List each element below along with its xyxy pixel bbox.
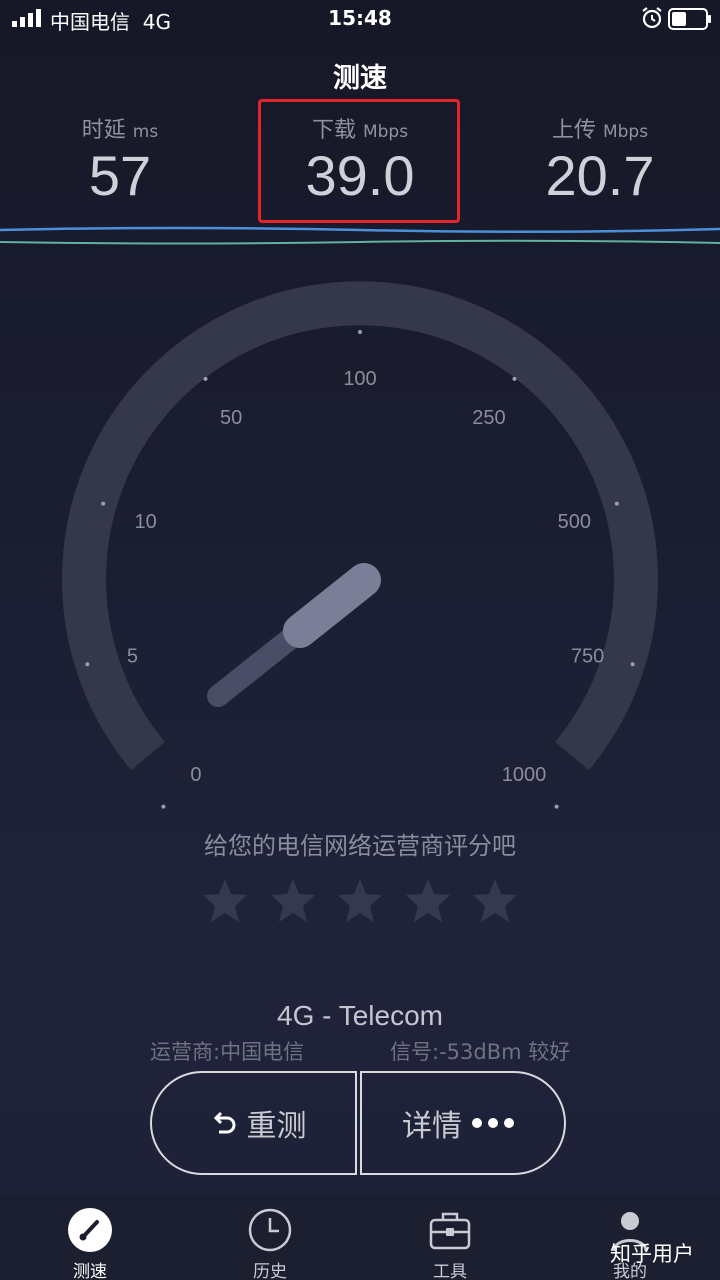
download-highlight-box: [258, 99, 460, 223]
gauge-tick-dot: [630, 662, 635, 667]
tab-history[interactable]: 历史: [210, 1195, 330, 1280]
status-time: 15:48: [328, 6, 392, 30]
upload-label: 上传 Mbps: [551, 118, 649, 143]
gauge-tick-label: 10: [135, 511, 157, 533]
rating-stars: [200, 876, 520, 928]
retest-icon: [213, 1111, 235, 1134]
operator-info: 运营商:中国电信: [150, 1040, 305, 1064]
speed-wave-lines: [0, 226, 720, 245]
retest-button[interactable]: 重测: [150, 1071, 357, 1175]
details-label: 详情: [402, 1109, 462, 1144]
star-icon[interactable]: [200, 876, 250, 926]
gauge-tick-label: 500: [558, 511, 591, 533]
speedometer-icon: [68, 1208, 112, 1252]
star-icon[interactable]: [403, 876, 453, 926]
network-type: 4G - Telecom: [277, 1000, 443, 1031]
star-icon[interactable]: [335, 876, 385, 926]
gauge-tick-label: 5: [127, 645, 138, 667]
more-dots-icon: [472, 1118, 514, 1128]
gauge-needle: [207, 563, 381, 707]
latency-metric: 时延 ms 57: [0, 112, 240, 206]
gauge-tick-label: 1000: [502, 764, 547, 786]
star-icon[interactable]: [268, 876, 318, 926]
latency-value: 57: [88, 144, 152, 207]
speed-gauge: 0 5 10 50 100 250 500 750 1000: [62, 281, 658, 809]
gauge-tick-dot: [161, 804, 166, 809]
battery-icon: [668, 8, 711, 30]
tab-speed-test[interactable]: 测速: [30, 1195, 150, 1280]
gauge-tick-dot: [554, 804, 559, 809]
tab-tools[interactable]: 工具: [390, 1195, 510, 1280]
gauge-tick-dot: [203, 376, 208, 381]
upload-value: 20.7: [545, 144, 655, 207]
gauge-tick-dot: [512, 376, 517, 381]
gauge-tick-dot: [85, 662, 90, 667]
details-button[interactable]: 详情: [360, 1071, 566, 1175]
page-title: 测速: [333, 63, 387, 94]
rating-prompt: 给您的电信网络运营商评分吧: [204, 832, 516, 860]
gauge-tick-label: 250: [472, 407, 505, 429]
latency-label: 时延 ms: [81, 118, 159, 143]
gauge-tick-label: 100: [343, 368, 376, 390]
star-icon[interactable]: [470, 876, 520, 926]
status-bar: 中国电信 4G 15:48: [0, 0, 720, 40]
retest-label: 重测: [246, 1109, 307, 1144]
signal-info: 信号:-53dBm 较好: [390, 1040, 571, 1064]
toolbox-icon: [429, 1212, 471, 1250]
gauge-tick-label: 750: [571, 645, 604, 667]
gauge-tick-label: 50: [220, 407, 242, 429]
watermark-text: 知乎用户: [610, 1242, 694, 1266]
gauge-tick-dot: [101, 501, 106, 506]
clock-icon: [248, 1208, 292, 1252]
alarm-icon: [642, 7, 662, 29]
gauge-tick-label: 0: [190, 764, 201, 786]
upload-metric: 上传 Mbps 20.7: [480, 112, 720, 206]
gauge-tick-dot: [358, 330, 362, 334]
gauge-tick-dot: [614, 501, 619, 506]
